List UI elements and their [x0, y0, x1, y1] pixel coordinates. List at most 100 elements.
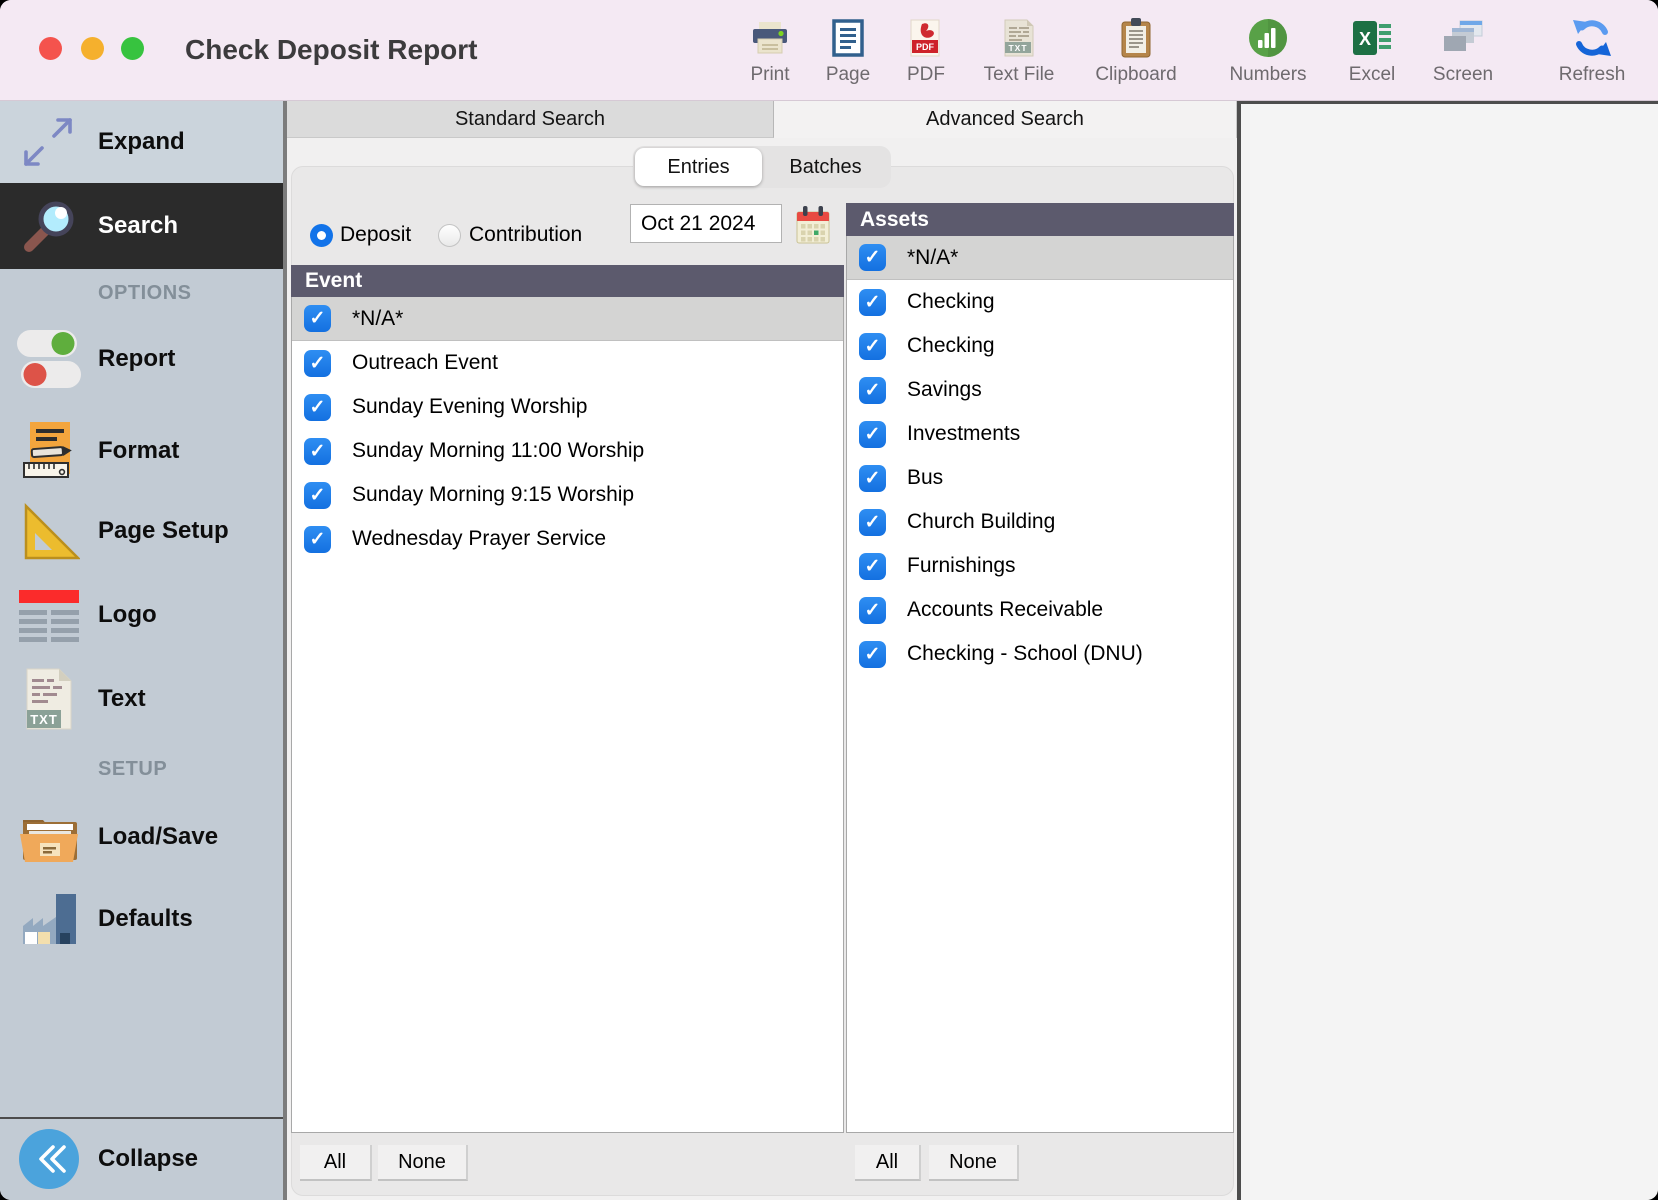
- refresh-button[interactable]: Refresh: [1544, 15, 1640, 86]
- sidebar-format-label: Format: [98, 437, 179, 465]
- checkbox-checked-icon[interactable]: [304, 305, 331, 332]
- checkbox-checked-icon[interactable]: [859, 553, 886, 580]
- contribution-radio[interactable]: [438, 224, 461, 247]
- search-icon: [0, 197, 98, 255]
- sidebar-expand-label: Expand: [98, 128, 185, 156]
- checkbox-checked-icon[interactable]: [304, 438, 331, 465]
- checkbox-checked-icon[interactable]: [859, 377, 886, 404]
- assets-select-all-button[interactable]: All: [855, 1145, 921, 1181]
- assets-list: *N/A* Checking Checking Savings Investme…: [846, 236, 1234, 1133]
- sidebar-page-setup-label: Page Setup: [98, 517, 229, 545]
- segment-batches[interactable]: Batches: [762, 148, 889, 186]
- checkbox-checked-icon[interactable]: [859, 641, 886, 668]
- asset-list-item[interactable]: Checking - School (DNU): [847, 632, 1233, 676]
- asset-item-label: Furnishings: [907, 554, 1016, 578]
- screen-button[interactable]: Screen: [1415, 15, 1511, 86]
- date-input[interactable]: [630, 204, 782, 243]
- asset-list-item[interactable]: Investments: [847, 412, 1233, 456]
- minimize-window-button[interactable]: [81, 37, 104, 60]
- sidebar-item-text[interactable]: TXT Text: [0, 657, 283, 741]
- event-list-item[interactable]: Sunday Morning 9:15 Worship: [292, 473, 843, 517]
- event-select-all-button[interactable]: All: [300, 1145, 372, 1181]
- sidebar-item-load-save[interactable]: Load/Save: [0, 795, 283, 879]
- asset-list-item[interactable]: Furnishings: [847, 544, 1233, 588]
- titlebar: Check Deposit Report Print: [0, 0, 1658, 101]
- deposit-radio-label: Deposit: [340, 223, 411, 247]
- segment-entries[interactable]: Entries: [635, 148, 762, 186]
- asset-list-item[interactable]: Savings: [847, 368, 1233, 412]
- sidebar-item-expand[interactable]: Expand: [0, 101, 283, 183]
- screen-icon: [1415, 15, 1511, 61]
- contribution-radio-label: Contribution: [469, 223, 582, 247]
- tab-standard-search[interactable]: Standard Search: [287, 101, 774, 138]
- sidebar-item-report[interactable]: Report: [0, 317, 283, 401]
- checkbox-checked-icon[interactable]: [304, 482, 331, 509]
- checkbox-checked-icon[interactable]: [859, 509, 886, 536]
- clipboard-label: Clipboard: [1088, 64, 1184, 86]
- tab-advanced-search[interactable]: Advanced Search: [774, 101, 1237, 138]
- format-document-icon: [0, 420, 98, 482]
- toggles-icon: [0, 328, 98, 390]
- pdf-icon: PDF: [878, 15, 974, 61]
- event-item-label: Wednesday Prayer Service: [352, 527, 606, 551]
- sidebar-item-page-setup[interactable]: Page Setup: [0, 491, 283, 571]
- calendar-icon: [796, 233, 830, 248]
- collapse-chevrons-icon: [0, 1127, 98, 1191]
- checkbox-checked-icon[interactable]: [304, 350, 331, 377]
- event-select-none-button[interactable]: None: [378, 1145, 468, 1181]
- checkbox-checked-icon[interactable]: [859, 244, 886, 271]
- results-panel: [1241, 104, 1658, 1200]
- excel-button[interactable]: X Excel: [1324, 15, 1420, 86]
- main-content: Standard Search Advanced Search Entries …: [287, 101, 1237, 1200]
- text-file-button[interactable]: TXT Text File: [971, 15, 1067, 86]
- calendar-button[interactable]: [795, 205, 831, 245]
- asset-item-label: Savings: [907, 378, 982, 402]
- asset-list-item[interactable]: Church Building: [847, 500, 1233, 544]
- sidebar-setup-header: SETUP: [98, 758, 167, 781]
- event-list-item[interactable]: Outreach Event: [292, 341, 843, 385]
- sidebar-item-defaults[interactable]: Defaults: [0, 877, 283, 961]
- zoom-window-button[interactable]: [121, 37, 144, 60]
- event-list-item[interactable]: Sunday Morning 11:00 Worship: [292, 429, 843, 473]
- set-square-icon: [0, 500, 98, 562]
- event-list-item[interactable]: Sunday Evening Worship: [292, 385, 843, 429]
- asset-list-item[interactable]: Accounts Receivable: [847, 588, 1233, 632]
- asset-list-item[interactable]: *N/A*: [847, 236, 1233, 280]
- event-item-label: Sunday Evening Worship: [352, 395, 587, 419]
- event-item-label: *N/A*: [352, 307, 403, 331]
- checkbox-checked-icon[interactable]: [859, 465, 886, 492]
- event-list-item[interactable]: *N/A*: [292, 297, 843, 341]
- svg-text:PDF: PDF: [916, 42, 935, 52]
- checkbox-checked-icon[interactable]: [304, 526, 331, 553]
- sidebar-options-header: OPTIONS: [98, 282, 192, 305]
- event-list-item[interactable]: Wednesday Prayer Service: [292, 517, 843, 561]
- event-panel-header: Event: [291, 265, 844, 297]
- asset-item-label: Checking - School (DNU): [907, 642, 1143, 666]
- asset-item-label: Checking: [907, 290, 995, 314]
- checkbox-checked-icon[interactable]: [859, 421, 886, 448]
- sidebar-item-format[interactable]: Format: [0, 409, 283, 493]
- close-window-button[interactable]: [39, 37, 62, 60]
- sidebar-item-search[interactable]: Search: [0, 183, 283, 269]
- deposit-radio[interactable]: [310, 224, 333, 247]
- asset-list-item[interactable]: Checking: [847, 324, 1233, 368]
- numbers-button[interactable]: Numbers: [1220, 15, 1316, 86]
- checkbox-checked-icon[interactable]: [859, 289, 886, 316]
- sidebar-item-logo[interactable]: Logo: [0, 575, 283, 655]
- excel-label: Excel: [1324, 64, 1420, 86]
- sidebar-item-collapse[interactable]: Collapse: [0, 1119, 283, 1199]
- checkbox-checked-icon[interactable]: [859, 333, 886, 360]
- clipboard-icon: [1088, 15, 1184, 61]
- sidebar: Expand Search OPTIONS: [0, 101, 283, 1200]
- checkbox-checked-icon[interactable]: [304, 394, 331, 421]
- asset-list-item[interactable]: Bus: [847, 456, 1233, 500]
- entries-batches-segmented-control: Entries Batches: [633, 146, 891, 188]
- pdf-button[interactable]: PDF PDF: [878, 15, 974, 86]
- checkbox-checked-icon[interactable]: [859, 597, 886, 624]
- numbers-icon: [1220, 15, 1316, 61]
- asset-item-label: Investments: [907, 422, 1020, 446]
- asset-list-item[interactable]: Checking: [847, 280, 1233, 324]
- txt-document-icon: TXT: [0, 667, 98, 731]
- assets-select-none-button[interactable]: None: [929, 1145, 1019, 1181]
- clipboard-button[interactable]: Clipboard: [1088, 15, 1184, 86]
